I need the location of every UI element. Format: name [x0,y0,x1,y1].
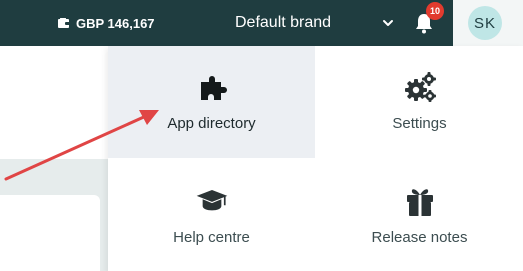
top-bar: GBP 146,167 Default brand 10 SK [0,0,523,46]
brand-selector[interactable]: Default brand [230,0,395,46]
gears-icon [404,72,436,102]
gift-icon [406,189,433,216]
menu-item-label: Help centre [173,229,250,246]
chevron-down-icon [383,20,393,26]
brand-label: Default brand [235,14,332,31]
avatar[interactable]: SK [468,6,502,40]
menu-item-label: App directory [167,115,256,132]
user-menu[interactable]: SK [453,0,523,46]
menu-item-help-centre[interactable]: Help centre [108,158,315,270]
notification-badge: 10 [426,2,444,20]
account-balance[interactable]: GBP 146,167 [58,0,155,46]
balance-text: GBP 146,167 [76,15,155,31]
background-card [0,195,100,271]
menu-item-settings[interactable]: Settings [316,46,523,158]
graduation-cap-icon [196,189,227,211]
menu-item-label: Settings [392,115,447,132]
apps-menu: App directory Settings Help centre Relea… [108,46,523,271]
menu-item-release-notes[interactable]: Release notes [316,158,523,270]
wallet-icon [58,18,70,28]
background-panel [0,46,108,159]
puzzle-icon [200,76,227,100]
menu-item-label: Release notes [371,229,468,246]
menu-item-app-directory[interactable]: App directory [108,46,315,158]
